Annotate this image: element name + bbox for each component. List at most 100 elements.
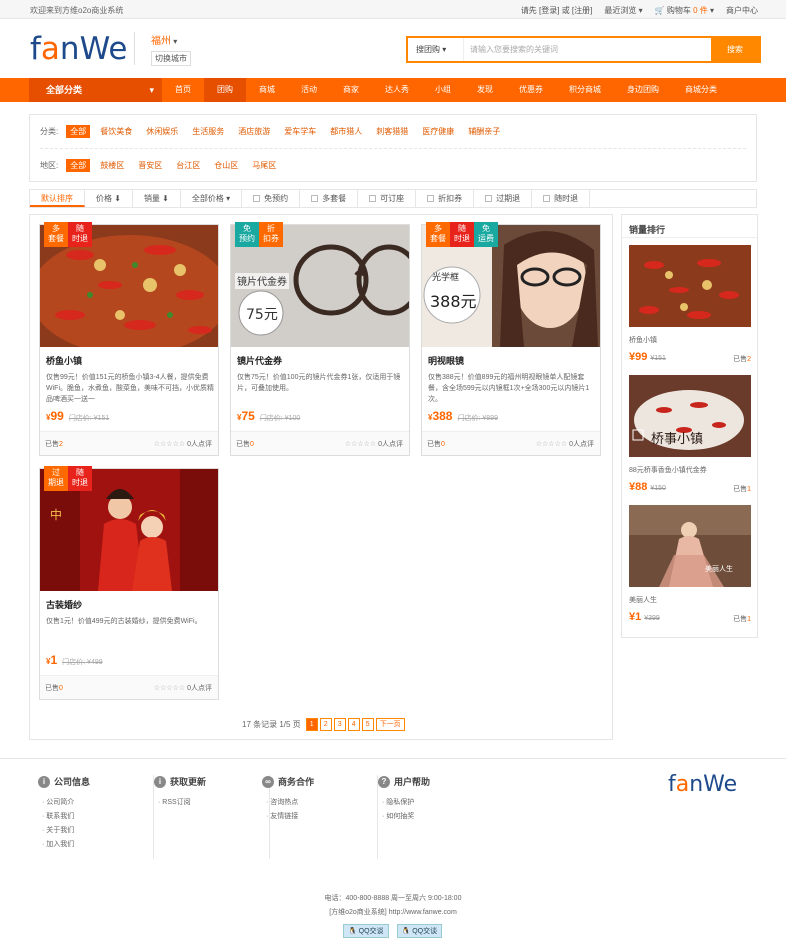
category-filter-item[interactable]: 辅酬亲子: [464, 125, 504, 138]
area-filter-item[interactable]: 马尾区: [248, 159, 280, 172]
area-filter-item[interactable]: 仓山区: [210, 159, 242, 172]
category-filter-item[interactable]: 酒店旅游: [234, 125, 274, 138]
footer-link[interactable]: · RSS订阅: [158, 796, 269, 810]
ranking-item[interactable]: 美丽人生 美丽人生 ¥1 ¥399 已售1: [629, 505, 751, 623]
sort-checkbox[interactable]: 免预约: [242, 190, 301, 207]
info-icon: i: [38, 775, 50, 788]
ranking-orig-price: ¥150: [650, 485, 666, 492]
copyright-text: [方维o2o商业系统] http://www.fanwe.com: [329, 909, 457, 916]
page-number[interactable]: 1: [305, 718, 318, 731]
sort-checkbox[interactable]: 过期退: [474, 190, 533, 207]
area-filter-item[interactable]: 全部: [66, 159, 91, 172]
category-filter-item[interactable]: 餐饮美食: [96, 125, 136, 138]
deal-desc: 仅售75元！价值100元的镜片代金券1张，仅适用于镜片，可叠加使用。: [237, 374, 401, 392]
category-filter-item[interactable]: 生活服务: [188, 125, 228, 138]
page-number[interactable]: 5: [361, 718, 374, 731]
nav-item[interactable]: 首页: [162, 78, 204, 102]
nav-item[interactable]: 小组: [422, 78, 464, 102]
merchant-center-link[interactable]: 商户中心: [726, 5, 758, 16]
area-filter-item[interactable]: 台江区: [172, 159, 204, 172]
area-filter-item[interactable]: 晋安区: [134, 159, 166, 172]
sold-value: 2: [747, 356, 751, 363]
sort-default[interactable]: 默认排序: [30, 190, 85, 207]
sort-sales[interactable]: 销量 ⬇: [133, 190, 181, 207]
checkbox-label: 多套餐: [322, 194, 347, 203]
current-city[interactable]: 福州 ▾: [151, 32, 191, 47]
recent-viewed-menu[interactable]: 最近浏览 ▾: [604, 5, 642, 16]
switch-city-button[interactable]: 切换城市: [151, 51, 191, 66]
category-filter-item[interactable]: 爱车学车: [280, 125, 320, 138]
category-filter-item[interactable]: 全部: [66, 125, 91, 138]
search-type-select[interactable]: 搜团购 ▾: [408, 38, 464, 61]
star-rating-icon: ☆☆☆☆☆: [153, 685, 186, 692]
qq-chat-buttons: 🐧 QQ交谈 🐧 QQ交谈: [343, 924, 443, 938]
footer-link[interactable]: · 加入我们: [42, 838, 153, 852]
page-number[interactable]: 4: [347, 718, 360, 731]
nav-item[interactable]: 商城分类: [672, 78, 730, 102]
footer-link[interactable]: · 隐私保护: [382, 796, 494, 810]
sold-label: 已售: [236, 441, 250, 448]
category-filter-item[interactable]: 医疗健康: [418, 125, 458, 138]
nav-item[interactable]: 活动: [288, 78, 330, 102]
sort-checkbox[interactable]: 多套餐: [300, 190, 359, 207]
ranking-item[interactable]: 桥鱼小镇 ¥99 ¥151 已售2: [629, 245, 751, 363]
footer-column-title: ? 用户帮助: [378, 775, 494, 788]
top-links: 请先 [登录] 或 [注册] 最近浏览 ▾ 🛒 购物车 0 件 ▾ 商户中心: [521, 5, 758, 16]
footer-link[interactable]: · 联系我们: [42, 810, 153, 824]
logo-part: f: [30, 31, 41, 67]
ranking-sold: 已售1: [733, 614, 751, 624]
category-label: 分类:: [40, 127, 59, 136]
search-button[interactable]: 搜索: [711, 38, 759, 61]
deal-card[interactable]: 中 过期退 随时退 古装婚纱 仅售1元！价值499元的古装婚纱，提供免费WiFi…: [39, 466, 219, 700]
price-range-select[interactable]: 全部价格 ▾: [181, 190, 243, 207]
deal-card[interactable]: 多套餐 随时退 桥鱼小镇 仅售99元！价值151元的桥鱼小镇3-4人餐，提供免费…: [39, 222, 219, 456]
page-number[interactable]: 2: [319, 718, 332, 731]
login-register-link[interactable]: 请先 [登录] 或 [注册]: [521, 5, 593, 16]
nav-item[interactable]: 积分商城: [556, 78, 614, 102]
logo-part: a: [675, 772, 690, 797]
sort-checkbox[interactable]: 随时退: [532, 190, 591, 207]
all-categories-menu[interactable]: 全部分类 ▾: [29, 78, 162, 102]
info-icon: ∞: [262, 775, 274, 788]
nav-item[interactable]: 发现: [464, 78, 506, 102]
footer-link-text: 公司简介: [46, 799, 75, 806]
deal-title[interactable]: 古装婚纱: [46, 598, 82, 611]
deal-card[interactable]: 镜片代金券 75元 免预约 折扣券 镜片代金券 仅售75元！价值100元的镜片代…: [230, 222, 410, 456]
qq-chat-button[interactable]: 🐧 QQ交谈: [343, 924, 389, 938]
footer-link[interactable]: · 友情链接: [266, 810, 377, 824]
search-input[interactable]: 请输入您要搜索的关键词: [470, 38, 558, 61]
sort-checkbox[interactable]: 折扣券: [416, 190, 475, 207]
deal-title[interactable]: 桥鱼小镇: [46, 354, 82, 367]
category-filter-item[interactable]: 刺客猎猎: [372, 125, 412, 138]
deal-title[interactable]: 明视眼镜: [428, 354, 464, 367]
site-logo[interactable]: fanWe: [30, 31, 127, 67]
cart-link[interactable]: 🛒 购物车 0 件 ▾: [655, 5, 714, 16]
orig-label: 门店价:: [62, 659, 86, 666]
sort-checkbox[interactable]: 可订座: [358, 190, 417, 207]
ranking-item[interactable]: 桥事小镇 88元桥事香鱼小镇代金券 ¥88 ¥150 已售1: [629, 375, 751, 493]
area-filter-item[interactable]: 鼓楼区: [96, 159, 128, 172]
footer-link[interactable]: · 如何抽奖: [382, 810, 494, 824]
footer-link[interactable]: · 咨询热点: [266, 796, 377, 810]
tag-badge: 折扣券: [259, 222, 283, 247]
deal-title[interactable]: 镜片代金券: [237, 354, 282, 367]
next-page-button[interactable]: 下一页: [375, 718, 405, 731]
sort-price[interactable]: 价格 ⬇: [85, 190, 133, 207]
copyright-block: 电话：400-800-8888 周一至周六 9:00-18:00 [方维o2o商…: [0, 892, 786, 920]
nav-item[interactable]: 优惠券: [506, 78, 556, 102]
nav-item[interactable]: 达人秀: [372, 78, 422, 102]
nav-item[interactable]: 商城: [246, 78, 288, 102]
ranking-name: 桥鱼小镇: [629, 337, 657, 344]
qq-chat-button[interactable]: 🐧 QQ交谈: [396, 924, 443, 938]
nav-item[interactable]: 身边团购: [614, 78, 672, 102]
nav-item[interactable]: 商家: [330, 78, 372, 102]
category-filter-item[interactable]: 休闲娱乐: [142, 125, 182, 138]
nav-item[interactable]: 团购: [204, 78, 246, 102]
footer-link[interactable]: · 关于我们: [42, 824, 153, 838]
deal-card[interactable]: 光学框 388元 多套餐 随时退 免运费 明视眼镜 仅售388元！价值899元的…: [421, 222, 601, 456]
page-number[interactable]: 3: [333, 718, 346, 731]
chevron-down-icon: ▾: [149, 85, 154, 95]
footer-link[interactable]: · 公司简介: [42, 796, 153, 810]
qq-label: QQ交谈: [358, 928, 384, 935]
category-filter-item[interactable]: 都市猎人: [326, 125, 366, 138]
